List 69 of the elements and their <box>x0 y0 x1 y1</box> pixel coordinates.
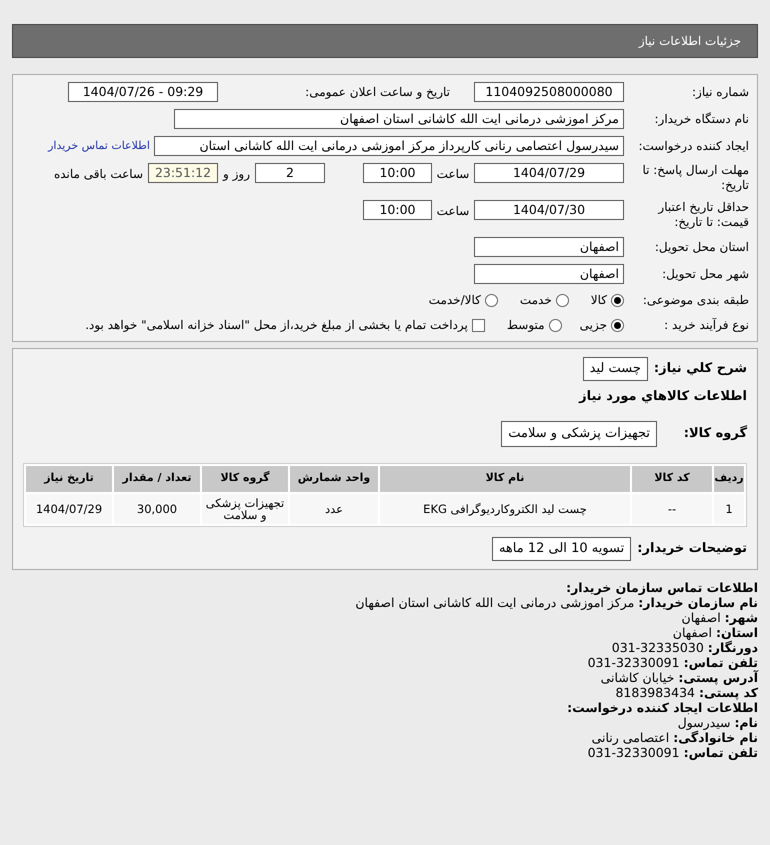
contact-line: شهر: اصفهان <box>682 610 758 624</box>
radio-label: کالا <box>590 292 607 309</box>
radio-button[interactable] <box>548 318 562 332</box>
radio-label: متوسط <box>506 317 545 334</box>
contact-line: آدرس پستی: خیابان کاشانی <box>600 670 758 684</box>
time-label: ساعت <box>436 203 470 220</box>
field-label: تاریخ و ساعت اعلان عمومی: <box>304 84 451 100</box>
field-label: نام دستگاه خریدار: <box>654 112 749 126</box>
text-field[interactable]: اصفهان <box>474 264 624 284</box>
field-label: توضیحات خریدار: <box>637 540 747 558</box>
contact-heading: اطلاعات تماس سازمان خریدار: <box>565 580 758 594</box>
contact-line: نام سازمان خریدار: مرکز اموزشی درمانی ایت الله کاشانی استان اصفهان <box>354 594 758 610</box>
field-label: طبقه بندی موضوعی: <box>642 292 749 308</box>
contact-line: استان: اصفهان <box>672 624 758 640</box>
text-field[interactable]: 1404/07/26 - 09:29 <box>68 82 218 102</box>
table-cell: 1 <box>714 494 744 524</box>
text-field[interactable]: 23:51:12 <box>148 163 218 183</box>
radio-label: جزیی <box>580 317 607 334</box>
column-header: کد کالا <box>632 466 712 492</box>
text-field[interactable]: تسویه 10 الی 12 ماهه <box>492 536 632 560</box>
table-cell: تجهیزات پزشکی و سلامت <box>202 494 288 524</box>
radio-button[interactable] <box>611 294 624 306</box>
text-field[interactable]: 2 <box>255 163 325 183</box>
text-field[interactable]: 1404/07/30 <box>474 200 624 220</box>
field-label: استان محل تحویل: <box>654 240 749 254</box>
text-field[interactable]: تجهیزات پزشکی و سلامت <box>501 420 657 446</box>
checkbox[interactable] <box>472 318 485 332</box>
radio-button[interactable] <box>484 294 498 306</box>
radio-label: خدمت <box>520 292 552 309</box>
text-field[interactable]: 10:00 <box>363 163 432 183</box>
text-field[interactable]: چست لید <box>582 357 648 381</box>
contact-line: نام: سیدرسول <box>676 714 758 730</box>
table-cell: چست لید الکتروکاردیوگرافی EKG <box>380 494 630 524</box>
column-header: واحد شمارش <box>290 466 378 492</box>
table-cell: عدد <box>290 494 378 524</box>
checkbox-label: پرداخت تمام یا بخشی از مبلغ خرید،از محل "اسناد خزانه اسلامی" خواهد بود. <box>85 317 468 334</box>
table-cell: -- <box>632 494 712 524</box>
text-field[interactable]: سیدرسول اعتصامی رنانی کارپرداز مرکز اموزشی درمانی ایت الله کاشانی استان <box>154 136 624 156</box>
days-label: روز و <box>222 166 251 183</box>
column-header: تاریخ نیاز <box>26 466 112 492</box>
column-header: نام کالا <box>380 466 630 492</box>
time-label: ساعت <box>436 166 470 183</box>
text-field[interactable]: 1104092508000080 <box>474 82 624 102</box>
field-label: مهلت ارسال پاسخ: تا تاریخ: <box>641 163 749 193</box>
field-label: نوع فرآیند خرید : <box>663 318 749 332</box>
text-field[interactable]: مرکز اموزشی درمانی ایت الله کاشانی استان اصفهان <box>174 109 624 129</box>
text-field[interactable]: اصفهان <box>474 237 624 257</box>
column-header: ردیف <box>714 466 744 492</box>
radio-button[interactable] <box>611 318 624 332</box>
table-cell: 30,000 <box>114 494 200 524</box>
radio-button[interactable] <box>556 294 569 306</box>
field-label: شهر محل تحویل: <box>661 266 749 282</box>
field-label: ایجاد کننده درخواست: <box>637 138 749 154</box>
page-title: جزئیات اطلاعات نیاز <box>638 33 741 50</box>
field-label: گروه کالا: <box>682 424 747 443</box>
column-header: تعداد / مقدار <box>114 466 200 492</box>
text-field[interactable]: 10:00 <box>363 200 432 220</box>
contact-heading: اطلاعات ایجاد کننده درخواست: <box>566 700 758 714</box>
field-label: شرح کلي نياز: <box>654 360 747 378</box>
radio-label: کالا/خدمت <box>428 292 481 309</box>
table-cell: 1404/07/29 <box>26 494 112 524</box>
contact-line: نام خانوادگی: اعتصامی رنانی <box>590 730 758 744</box>
buyer-contact-link[interactable]: اطلاعات تماس خریدار <box>48 138 150 154</box>
text-field[interactable]: 1404/07/29 <box>474 163 624 183</box>
section-heading: اطلاعات کالاهاي مورد نياز <box>578 388 747 406</box>
remaining-label: ساعت باقی مانده <box>54 166 144 183</box>
field-label: شماره نیاز: <box>691 84 749 100</box>
field-label: حداقل تاریخ اعتبار قیمت: تا تاریخ: <box>656 200 749 230</box>
column-header: گروه کالا <box>202 466 288 492</box>
